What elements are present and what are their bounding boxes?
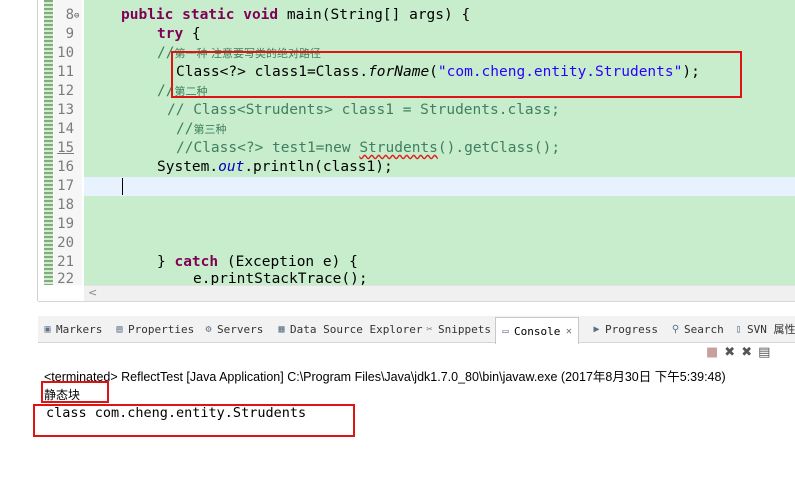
properties-icon: ▤ bbox=[116, 323, 123, 335]
tab-label: Console bbox=[514, 324, 561, 338]
line-number: 12 bbox=[57, 83, 74, 99]
code-text: (Exception e) { bbox=[218, 254, 358, 270]
code-line-15: //Class<?> test1=new Strudents().getClas… bbox=[176, 139, 560, 158]
tab-svn-properties[interactable]: ▯ SVN 属性 bbox=[733, 316, 795, 342]
tab-console[interactable]: ▭ Console ✕ bbox=[495, 317, 580, 344]
code-line-16: System.out.println(class1); bbox=[157, 158, 393, 177]
code-line-13: // Class<Strudents> class1 = Strudents.c… bbox=[167, 102, 560, 118]
current-line-highlight bbox=[84, 177, 795, 196]
highlight-box-static-block bbox=[41, 381, 109, 403]
tab-servers[interactable]: ⚙ Servers bbox=[203, 316, 263, 342]
tab-label: Data Source Explorer bbox=[290, 322, 423, 336]
tab-markers[interactable]: ▣ Markers bbox=[42, 316, 102, 342]
line-number: 11 bbox=[57, 64, 74, 80]
search-icon: ⚲ bbox=[671, 323, 680, 335]
tab-label: Servers bbox=[217, 322, 264, 336]
svn-icon: ▯ bbox=[735, 323, 742, 335]
line-number: 22 bbox=[57, 271, 74, 285]
spelling-squiggle: Strudents bbox=[359, 140, 438, 156]
line-number: 13 bbox=[57, 102, 74, 118]
markers-icon: ▣ bbox=[44, 323, 51, 335]
code-text: } bbox=[157, 254, 175, 270]
line-number: 10 bbox=[57, 45, 74, 61]
terminate-icon[interactable]: ■ bbox=[706, 345, 724, 360]
comment-text: 第三种 bbox=[193, 123, 227, 136]
code-text: .println(class1); bbox=[244, 159, 393, 175]
highlight-box-forname bbox=[171, 51, 742, 98]
snippets-icon: ✂ bbox=[426, 323, 433, 335]
scroll-left-icon[interactable]: < bbox=[88, 286, 97, 299]
console-icon: ▭ bbox=[502, 325, 509, 337]
tab-label: Snippets bbox=[438, 322, 491, 336]
keyword: try bbox=[157, 26, 184, 42]
tab-data-source-explorer[interactable]: ▦ Data Source Explorer bbox=[276, 316, 422, 342]
code-text: main(String[] args) { bbox=[278, 7, 471, 23]
tab-label: Progress bbox=[605, 322, 658, 336]
overview-ruler bbox=[44, 0, 53, 285]
console-toolbar: ■✖✖▤ bbox=[706, 345, 776, 360]
comment-text: ().getClass(); bbox=[437, 140, 561, 156]
line-number: 16 bbox=[57, 159, 74, 175]
data-source-icon: ▦ bbox=[278, 323, 285, 335]
line-number: 15 bbox=[57, 140, 74, 156]
clear-console-icon[interactable]: ▤ bbox=[758, 345, 776, 360]
line-number: 9 bbox=[65, 26, 74, 42]
tab-label: Properties bbox=[128, 322, 195, 336]
code-line-8: public static void main(String[] args) { bbox=[121, 6, 470, 25]
fold-collapse-icon[interactable]: ⊖ bbox=[74, 12, 83, 21]
tab-label: SVN 属性 bbox=[747, 323, 795, 336]
progress-icon: ▶ bbox=[593, 323, 600, 335]
code-line-22: e.printStackTrace(); bbox=[193, 271, 368, 285]
code-text: { bbox=[183, 26, 201, 42]
code-text: System. bbox=[157, 159, 219, 175]
line-number: 14 bbox=[57, 121, 74, 137]
tab-label: Search bbox=[684, 322, 724, 336]
tab-properties[interactable]: ▤ Properties bbox=[114, 316, 194, 342]
tab-label: Markers bbox=[56, 322, 103, 336]
line-number: 17 bbox=[57, 178, 74, 194]
console-status-line: <terminated> ReflectTest [Java Applicati… bbox=[44, 370, 726, 384]
keyword: public static void bbox=[121, 7, 279, 23]
tab-search[interactable]: ⚲ Search bbox=[670, 316, 724, 342]
code-line-9: try { bbox=[157, 25, 201, 44]
tab-snippets[interactable]: ✂ Snippets bbox=[424, 316, 491, 342]
remove-launch-icon[interactable]: ✖ bbox=[724, 345, 741, 360]
text-caret bbox=[122, 178, 123, 195]
servers-icon: ⚙ bbox=[205, 323, 212, 335]
horizontal-scrollbar[interactable] bbox=[84, 285, 795, 301]
field-name: out bbox=[218, 159, 245, 175]
line-number: 8 bbox=[65, 7, 74, 23]
line-number: 18 bbox=[57, 197, 74, 213]
comment-slashes: // bbox=[176, 121, 194, 137]
left-margin bbox=[0, 0, 26, 482]
highlight-box-class-output bbox=[33, 404, 355, 437]
code-line-14: //第三种 bbox=[176, 120, 226, 139]
keyword: catch bbox=[174, 254, 219, 270]
line-number: 19 bbox=[57, 216, 74, 232]
line-number: 20 bbox=[57, 235, 74, 251]
comment-text: //Class<?> test1=new bbox=[176, 140, 360, 156]
close-icon[interactable]: ✕ bbox=[563, 326, 574, 337]
tab-progress[interactable]: ▶ Progress bbox=[591, 316, 658, 342]
remove-all-icon[interactable]: ✖ bbox=[741, 345, 758, 360]
